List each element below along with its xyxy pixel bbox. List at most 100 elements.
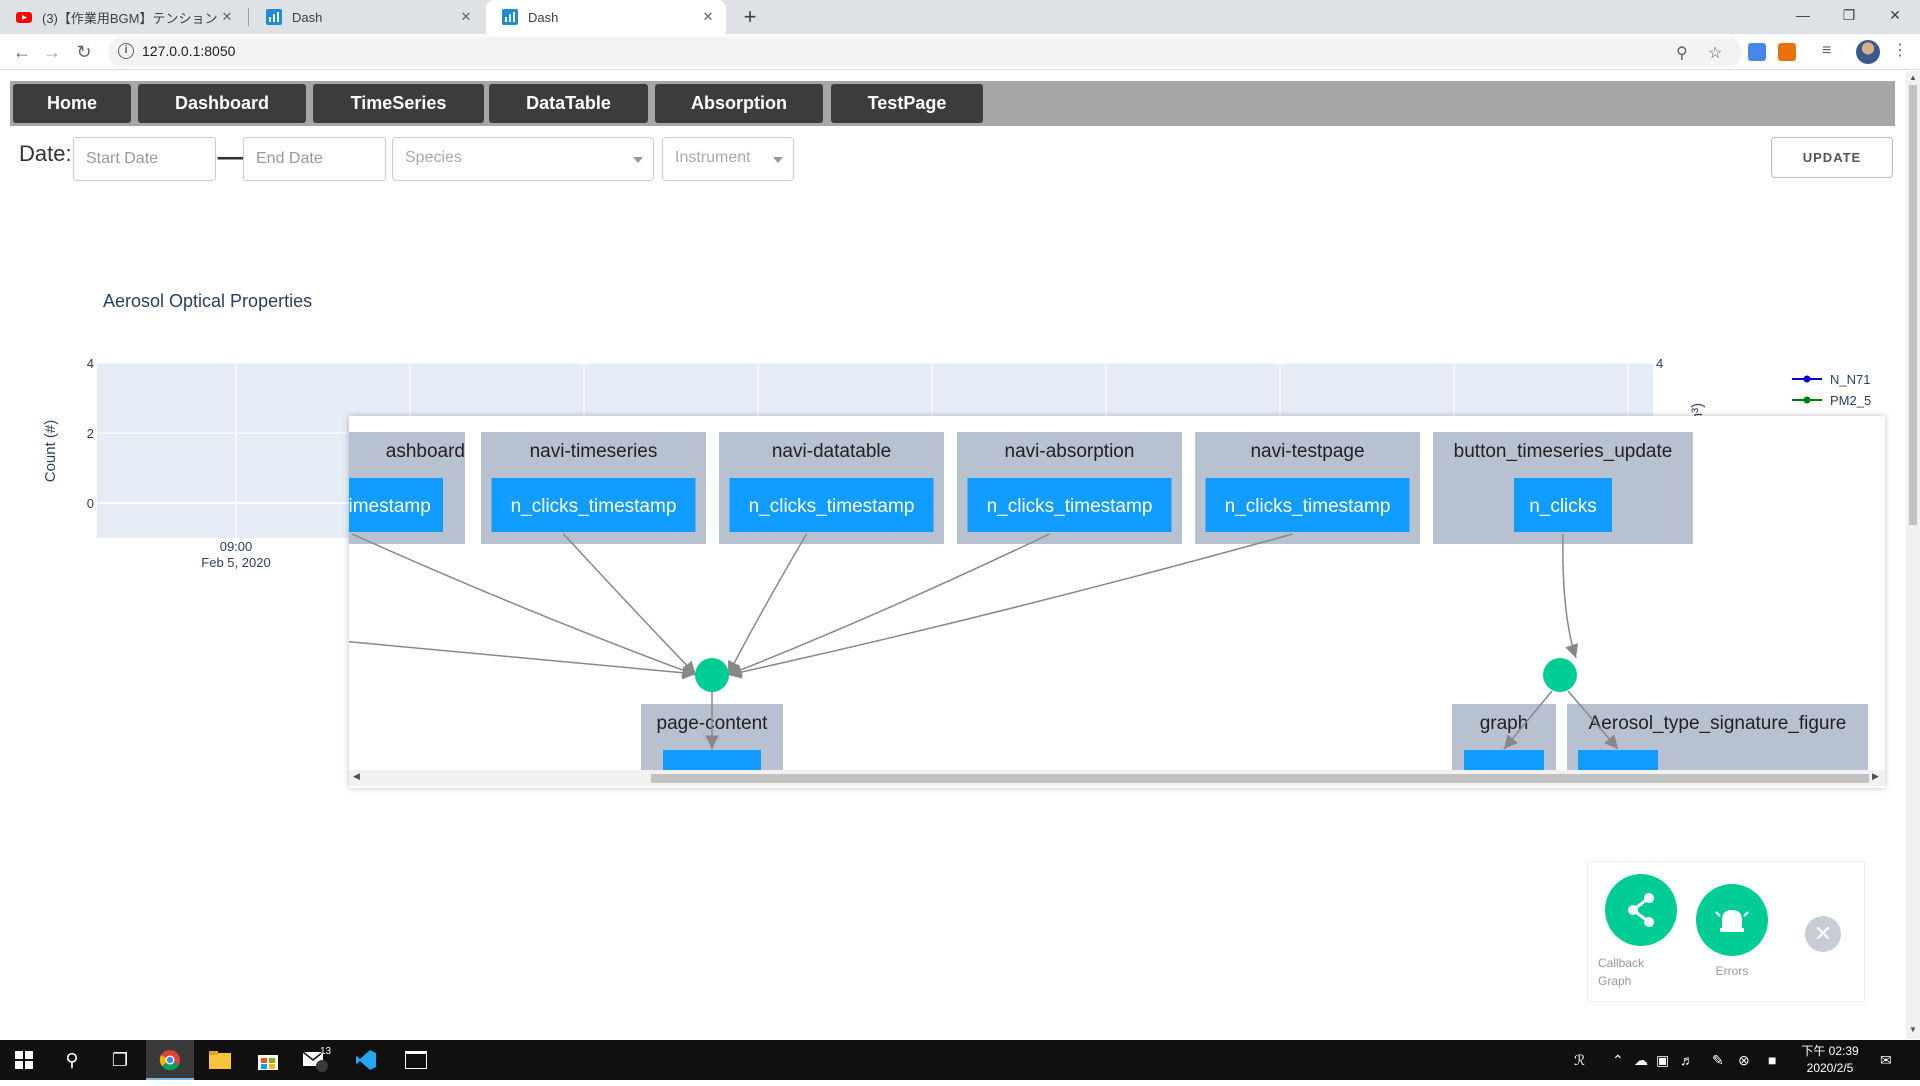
instrument-dropdown[interactable]: Instrument	[662, 137, 794, 181]
chrome-taskbar-icon[interactable]	[146, 1040, 194, 1080]
callback-node	[1543, 658, 1577, 692]
tab-close-icon[interactable]: ✕	[698, 9, 718, 25]
url-text[interactable]: 127.0.0.1:8050	[142, 43, 235, 59]
date-label: Date:	[19, 141, 72, 166]
debug-close-icon[interactable]: ✕	[1805, 916, 1841, 952]
scroll-down-icon[interactable]: ▼	[1909, 1025, 1917, 1034]
nav-home[interactable]: Home	[13, 84, 131, 123]
windows-start-icon[interactable]	[0, 1040, 48, 1080]
y-tick-label: 0	[87, 496, 94, 511]
nav-dashboard[interactable]: Dashboard	[138, 84, 306, 123]
address-bar[interactable]: i 127.0.0.1:8050 ⚲ ☆	[108, 37, 1742, 67]
pen-icon[interactable]: ✎	[1712, 1040, 1724, 1080]
scroll-up-icon[interactable]: ▲	[1909, 73, 1917, 82]
y-tick-label: 2	[87, 426, 94, 441]
callback-edge	[727, 533, 808, 676]
dash-debug-menu: Callback Graph Errors ✕	[1587, 861, 1865, 1002]
callback-input-group: button_timeseries_update n_clicks	[1433, 432, 1693, 544]
tab-close-icon[interactable]: ✕	[456, 9, 476, 25]
callback-graph-panel[interactable]: ashboard timestamp navi-timeseries n_clicks…	[349, 416, 1885, 788]
taskbar-clock[interactable]: 下午 02:39 2020/2/5	[1795, 1043, 1865, 1077]
reload-icon[interactable]: ↻	[70, 38, 98, 66]
nav-testpage[interactable]: TestPage	[831, 84, 983, 123]
species-dropdown[interactable]: Species	[392, 137, 654, 181]
errors-label: Errors	[1715, 964, 1749, 978]
legend-item: PM2_5	[1792, 393, 1871, 408]
callback-node	[695, 658, 729, 692]
minimize-button[interactable]: —	[1780, 0, 1826, 30]
callback-output-group: graphfigure	[1452, 704, 1556, 770]
store-icon[interactable]	[244, 1040, 292, 1080]
scroll-left-icon[interactable]: ◀	[353, 771, 360, 782]
nav-absorption[interactable]: Absorption	[655, 84, 823, 123]
volume-icon[interactable]: ♬	[1680, 1040, 1694, 1080]
update-button[interactable]: UPDATE	[1771, 137, 1893, 178]
legend-marker	[1803, 396, 1811, 404]
legend-item: N_N71	[1792, 372, 1870, 387]
translate-extension-icon[interactable]	[1748, 43, 1766, 61]
maximize-button[interactable]: ❐	[1826, 0, 1872, 30]
people-icon[interactable]: ℛ	[1574, 1040, 1585, 1080]
nav-datatable[interactable]: DataTable	[489, 84, 648, 123]
site-info-icon[interactable]: i	[118, 43, 134, 59]
y-tick-label: 4	[87, 356, 94, 371]
office-extension-icon[interactable]	[1778, 43, 1796, 61]
scrollbar-thumb[interactable]	[651, 774, 1869, 783]
input-prop-label: n_clicks	[1529, 496, 1597, 517]
output-prop-box	[1464, 750, 1544, 770]
back-arrow-icon[interactable]: ←	[8, 38, 36, 66]
action-center-icon[interactable]: ✉	[1880, 1040, 1892, 1080]
mail-badge: 13	[320, 1046, 332, 1057]
network-icon[interactable]: ▣	[1656, 1040, 1669, 1080]
x-tick-label: 09:00	[220, 539, 253, 554]
tab-close-icon[interactable]: ✕	[217, 9, 237, 25]
y2-tick-label: 4	[1656, 356, 1663, 371]
callback-edge	[351, 533, 697, 677]
x-tick-sublabel: Feb 5, 2020	[201, 555, 270, 570]
tray-expand-icon[interactable]: ⌃	[1612, 1040, 1624, 1080]
page-scrollbar[interactable]: ▲ ▼	[1906, 71, 1920, 1039]
legend-marker	[1803, 375, 1811, 383]
file-explorer-icon[interactable]	[196, 1040, 244, 1080]
errors-button[interactable]	[1696, 884, 1768, 956]
callback-graph-scrollbar[interactable]: ◀ ▶	[349, 770, 1885, 786]
callback-graph-button[interactable]	[1605, 874, 1677, 946]
legend-label: PM2_5	[1830, 393, 1871, 408]
input-component-label: ashboard	[386, 441, 465, 462]
callback-output-group: Aerosol_type_signature_figurefigure	[1567, 704, 1868, 770]
tab-dash-1[interactable]: Dash ✕	[250, 0, 484, 34]
callback-graph-label: Callback Graph	[1598, 954, 1658, 990]
page-scrollbar-thumb[interactable]	[1909, 85, 1917, 525]
input-component-label: navi-datatable	[772, 441, 891, 462]
clock-date: 2020/2/5	[1806, 1061, 1854, 1075]
input-component-label: navi-absorption	[1005, 441, 1135, 462]
onedrive-icon[interactable]: ☁	[1634, 1040, 1648, 1080]
scroll-right-icon[interactable]: ▶	[1872, 771, 1879, 782]
callback-graph-svg[interactable]: ashboard timestamp navi-timeseries n_clicks…	[349, 416, 1885, 770]
profile-avatar[interactable]	[1856, 40, 1880, 64]
mail-icon[interactable]: 13	[292, 1040, 340, 1080]
browser-toolbar: ← → ↻ i 127.0.0.1:8050 ⚲ ☆ ≡ ⋮	[0, 34, 1920, 70]
nav-timeseries[interactable]: TimeSeries	[313, 84, 484, 123]
dash-chart-icon	[266, 9, 282, 25]
callback-edge	[727, 533, 1050, 677]
search-icon[interactable]: ⚲	[48, 1040, 96, 1080]
new-tab-button[interactable]: +	[736, 4, 764, 30]
ime-icon[interactable]: ■	[1768, 1040, 1776, 1080]
task-view-icon[interactable]: ❐	[96, 1040, 144, 1080]
input-prop-label: timestamp	[349, 496, 431, 517]
media-control-icon[interactable]: ≡	[1822, 42, 1831, 60]
vscode-icon[interactable]	[342, 1040, 390, 1080]
zoom-icon[interactable]: ⚲	[1676, 43, 1688, 63]
terminal-icon[interactable]	[392, 1040, 440, 1080]
bookmark-star-icon[interactable]: ☆	[1708, 43, 1722, 63]
forward-arrow-icon[interactable]: →	[38, 38, 66, 66]
tab-youtube[interactable]: (3)【作業用BGM】テンション ✕	[0, 0, 245, 34]
end-date-input[interactable]: End Date	[243, 137, 386, 181]
start-date-input[interactable]: Start Date	[73, 137, 216, 181]
tray-app-icon[interactable]: ⊗	[1738, 1040, 1750, 1080]
callback-edge	[1562, 533, 1579, 659]
tab-dash-active[interactable]: Dash ✕	[486, 0, 726, 34]
window-close-button[interactable]: ✕	[1872, 0, 1918, 30]
browser-menu-icon[interactable]: ⋮	[1892, 40, 1908, 60]
